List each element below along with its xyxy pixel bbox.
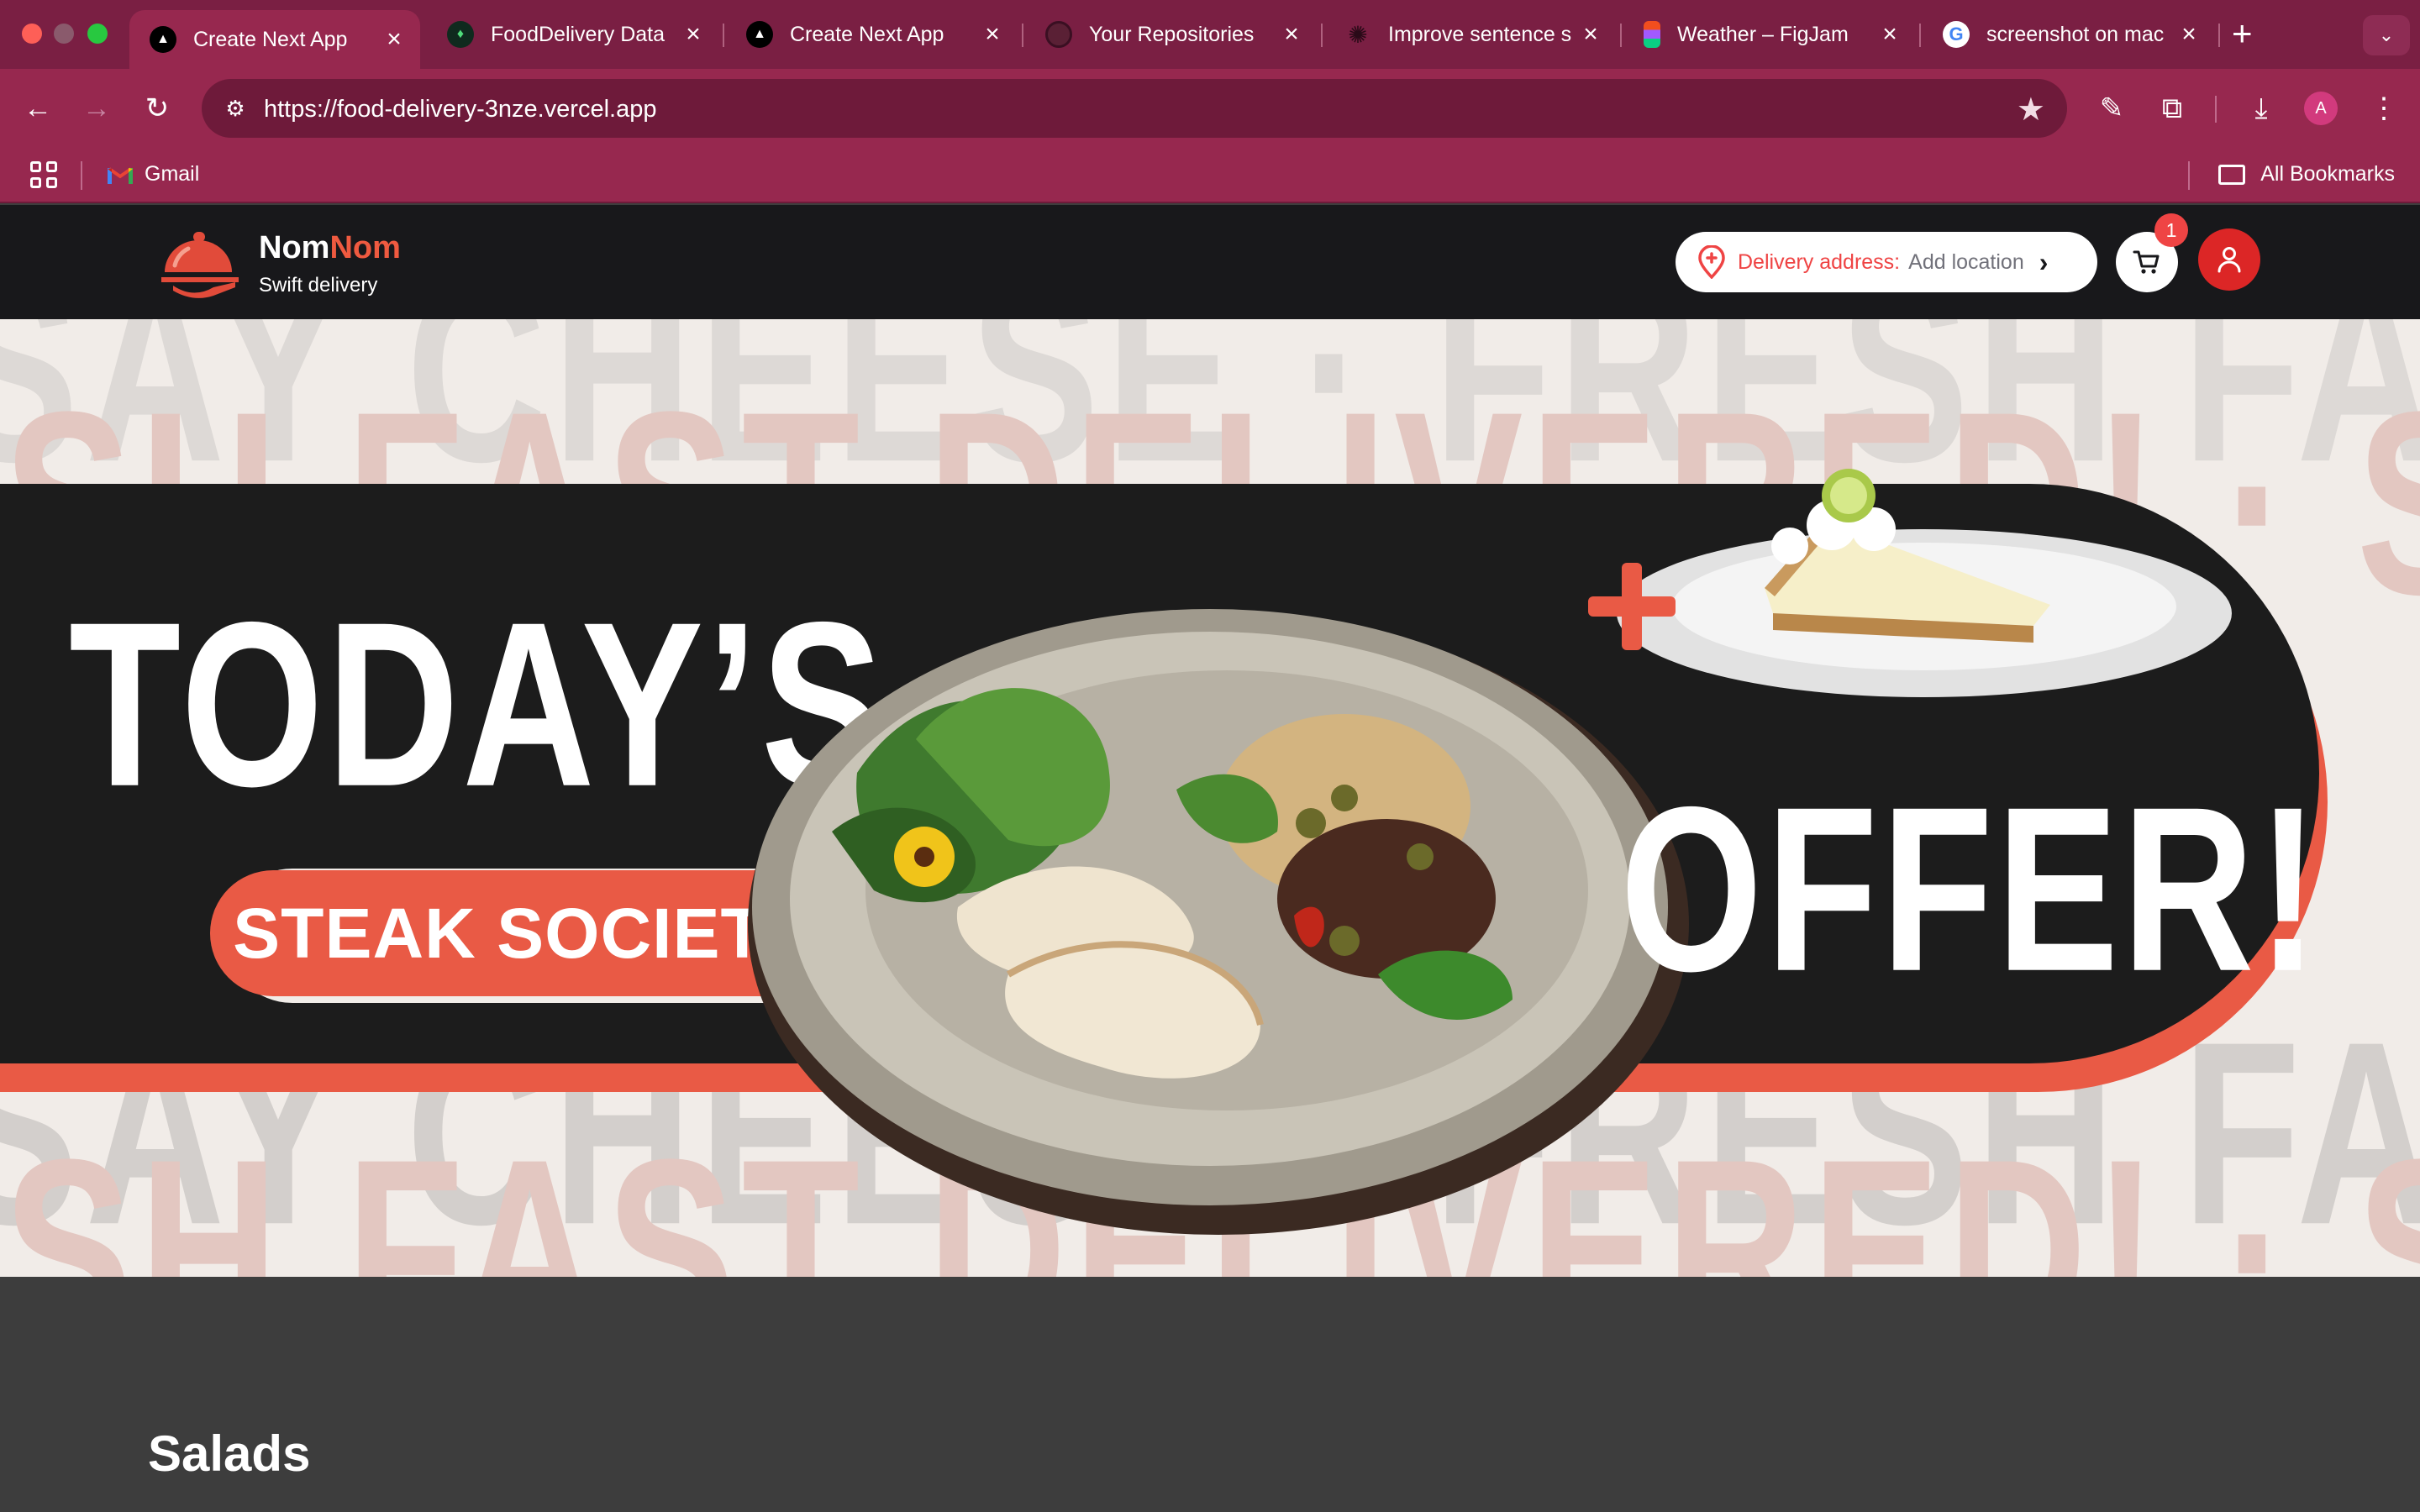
address-bar[interactable]: ⚙ https://food-delivery-3nze.vercel.app … xyxy=(202,79,2067,138)
food-cloche-logo-icon[interactable] xyxy=(160,225,240,301)
figma-icon xyxy=(1644,21,1660,48)
window-minimize-button[interactable] xyxy=(54,24,74,44)
tab-title: screenshot on mac xyxy=(1986,22,2165,46)
google-icon: G xyxy=(1943,21,1970,48)
folder-icon xyxy=(2218,164,2246,185)
cart-icon xyxy=(2133,250,2160,274)
browser-toolbar: ← → ↻ ⚙ https://food-delivery-3nze.verce… xyxy=(0,69,2420,148)
brand-accent: Nom xyxy=(329,230,401,265)
mongodb-leaf-icon: ♦ xyxy=(447,21,474,48)
browser-tab-strip: ▲ Create Next App × ♦ FoodDelivery Data … xyxy=(0,0,2420,69)
reload-button[interactable]: ↻ xyxy=(136,87,178,129)
user-profile-button[interactable] xyxy=(2198,228,2260,291)
tab-title: Create Next App xyxy=(790,22,944,46)
browser-tab[interactable]: ▲ Create Next App × xyxy=(726,10,1018,59)
gmail-icon xyxy=(108,166,133,184)
browser-tab[interactable]: ▲ Create Next App × xyxy=(129,10,420,69)
back-button[interactable]: ← xyxy=(17,87,59,129)
delivery-address-button[interactable]: Delivery address: Add location › xyxy=(1676,232,2097,292)
tab-separator xyxy=(1321,24,1323,47)
apps-grid-icon[interactable] xyxy=(30,161,57,188)
site-settings-icon[interactable]: ⚙ xyxy=(220,93,250,123)
tab-separator xyxy=(2218,24,2220,47)
window-close-button[interactable] xyxy=(22,24,42,44)
tab-title: Improve sentence s xyxy=(1388,22,1572,46)
address-value: Add location xyxy=(1908,249,2024,274)
tab-title: Weather – FigJam xyxy=(1677,22,1849,46)
bookmark-label: All Bookmarks xyxy=(2260,162,2395,186)
bookmark-separator xyxy=(81,161,82,190)
vercel-triangle-icon: ▲ xyxy=(150,26,176,53)
promo-hero-banner[interactable]: SAY CHEESE · FRESH FAST DELIVERED! · SAY… xyxy=(0,319,2420,1277)
brand-tagline: Swift delivery xyxy=(259,274,378,297)
food-plate-image xyxy=(748,609,1689,1235)
tab-separator xyxy=(1919,24,1921,47)
browser-tab[interactable]: ✺ Improve sentence s × xyxy=(1324,10,1617,59)
tab-close-icon[interactable]: × xyxy=(1279,22,1304,47)
extensions-puzzle-icon[interactable]: ⧉ xyxy=(2151,87,2193,129)
location-pin-icon xyxy=(1698,245,1725,279)
tab-title: Your Repositories xyxy=(1089,22,1255,46)
hero-headline-right: OFFER! xyxy=(1620,759,2323,1021)
eyedropper-extension-icon[interactable]: ✎ xyxy=(2091,87,2133,129)
browser-menu-icon[interactable]: ⋮ xyxy=(2363,87,2405,129)
tab-title: FoodDelivery Data xyxy=(491,22,666,46)
tab-close-icon[interactable]: × xyxy=(1578,22,1603,47)
all-bookmarks-button[interactable]: All Bookmarks xyxy=(2218,162,2395,186)
tab-close-icon[interactable]: × xyxy=(681,22,706,47)
plus-icon xyxy=(1588,563,1676,650)
url-text: https://food-delivery-3nze.vercel.app xyxy=(264,96,657,123)
bookmark-separator xyxy=(2188,161,2190,190)
bookmark-label: Gmail xyxy=(145,162,200,186)
bookmark-gmail[interactable]: Gmail xyxy=(108,162,199,186)
tab-close-icon[interactable]: × xyxy=(381,27,407,52)
dessert-plate-image xyxy=(1617,469,2232,697)
brand-name[interactable]: NomNom xyxy=(259,230,401,266)
tab-separator xyxy=(723,24,724,47)
vercel-triangle-icon: ▲ xyxy=(746,21,773,48)
browser-tab[interactable]: ♦ FoodDelivery Data × xyxy=(427,10,719,59)
browser-tab[interactable]: Your Repositories × xyxy=(1025,10,1318,59)
section-title-salads: Salads xyxy=(148,1425,311,1482)
user-icon xyxy=(2217,247,2241,273)
tab-close-icon[interactable]: × xyxy=(1877,22,1902,47)
tab-close-icon[interactable]: × xyxy=(980,22,1005,47)
address-label: Delivery address: xyxy=(1738,249,1901,274)
toolbar-separator xyxy=(2215,96,2217,123)
window-zoom-button[interactable] xyxy=(87,24,108,44)
browser-tab[interactable]: Weather – FigJam × xyxy=(1623,10,1916,59)
tab-title: Create Next App xyxy=(193,27,348,51)
tab-separator xyxy=(1620,24,1622,47)
download-icon[interactable]: ⤓ xyxy=(2240,87,2282,129)
tab-close-icon[interactable]: × xyxy=(2176,22,2202,47)
profile-avatar[interactable]: A xyxy=(2304,92,2338,125)
browser-tab[interactable]: G screenshot on mac × xyxy=(1923,10,2215,59)
openai-icon: ✺ xyxy=(1348,21,1368,48)
forward-button[interactable]: → xyxy=(76,87,118,129)
bookmarks-bar: Gmail All Bookmarks xyxy=(0,148,2420,203)
site-header: NomNom Swift delivery Delivery address: … xyxy=(0,205,2420,319)
tab-search-button[interactable]: ⌄ xyxy=(2363,15,2410,55)
cart-count-badge: 1 xyxy=(2154,213,2188,247)
brand-primary: Nom xyxy=(259,230,330,265)
new-tab-button[interactable]: + xyxy=(2232,13,2253,54)
chevron-right-icon: › xyxy=(2039,246,2049,277)
github-icon xyxy=(1045,21,1072,48)
bookmark-star-icon[interactable]: ★ xyxy=(2017,91,2045,129)
tab-separator xyxy=(1022,24,1023,47)
